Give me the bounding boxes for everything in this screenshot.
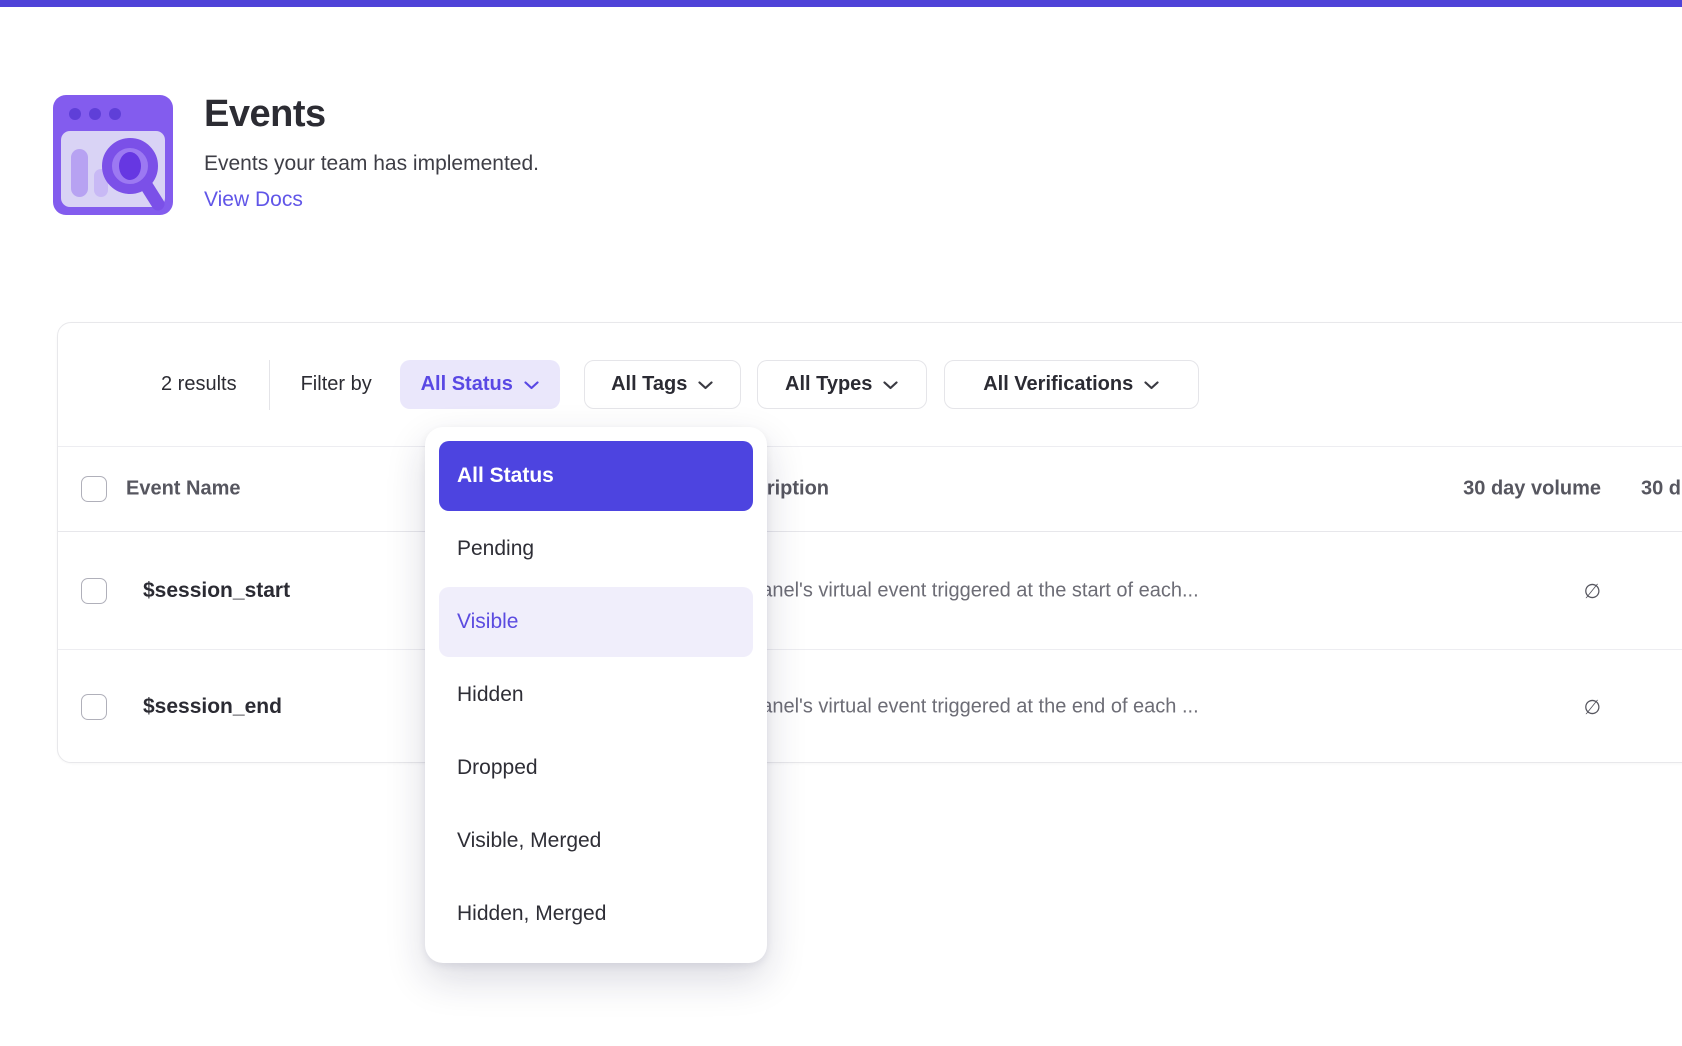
toolbar-divider [269, 360, 270, 410]
results-count: 2 results [161, 373, 237, 396]
chevron-down-icon [883, 381, 898, 390]
dropdown-item-pending[interactable]: Pending [439, 514, 753, 584]
events-card: 2 results Filter by All Status All Tags … [57, 322, 1682, 763]
event-description: Mixpanel's virtual event triggered at th… [719, 579, 1199, 602]
filter-all-status-label: All Status [421, 373, 513, 396]
status-dropdown-menu: All Status Pending Visible Hidden Droppe… [425, 427, 767, 963]
table-header-row: Event Name Description 30 day volume 30 … [58, 446, 1682, 532]
page-subtitle: Events your team has implemented. [204, 153, 904, 174]
row-checkbox[interactable] [81, 578, 107, 604]
top-accent-bar [0, 0, 1682, 7]
column-header-event-name: Event Name [126, 478, 241, 501]
event-name[interactable]: $session_start [143, 579, 290, 603]
table-row-session-end[interactable]: $session_end Mixpanel's virtual event tr… [58, 650, 1682, 763]
filter-all-status-button[interactable]: All Status [400, 360, 560, 409]
dropdown-item-visible[interactable]: Visible [439, 587, 753, 657]
chevron-down-icon [1144, 381, 1159, 390]
filter-all-tags-label: All Tags [611, 373, 687, 396]
dropdown-item-hidden-merged[interactable]: Hidden, Merged [439, 879, 753, 949]
dropdown-item-dropped[interactable]: Dropped [439, 733, 753, 803]
event-30-day-volume: ∅ [1584, 695, 1601, 719]
events-page: Events Events your team has implemented.… [0, 0, 1682, 1046]
filter-all-types-button[interactable]: All Types [757, 360, 927, 409]
event-name[interactable]: $session_end [143, 695, 282, 719]
filter-all-tags-button[interactable]: All Tags [584, 360, 741, 409]
events-report-icon [53, 95, 173, 215]
chevron-down-icon [524, 381, 539, 390]
row-checkbox-cell [81, 578, 107, 604]
row-checkbox[interactable] [81, 694, 107, 720]
chevron-down-icon [698, 381, 713, 390]
row-checkbox-cell [81, 694, 107, 720]
view-docs-link[interactable]: View Docs [204, 189, 303, 210]
dropdown-item-visible-merged[interactable]: Visible, Merged [439, 806, 753, 876]
select-all-checkbox[interactable] [81, 476, 107, 502]
filter-toolbar: 2 results Filter by All Status All Tags … [58, 323, 1682, 446]
page-title: Events [204, 95, 904, 133]
filter-all-verifications-label: All Verifications [983, 373, 1133, 396]
column-header-clipped: 30 d [1641, 478, 1681, 501]
header-text: Events Events your team has implemented.… [204, 95, 904, 211]
select-all-checkbox-cell [81, 476, 107, 502]
dropdown-item-all-status[interactable]: All Status [439, 441, 753, 511]
table-row-session-start[interactable]: $session_start Mixpanel's virtual event … [58, 532, 1682, 650]
event-30-day-volume: ∅ [1584, 579, 1601, 603]
event-description: Mixpanel's virtual event triggered at th… [719, 695, 1199, 718]
filter-all-types-label: All Types [785, 373, 872, 396]
filter-all-verifications-button[interactable]: All Verifications [944, 360, 1199, 409]
filter-by-label: Filter by [301, 373, 372, 396]
dropdown-item-hidden[interactable]: Hidden [439, 660, 753, 730]
column-header-30-day-volume: 30 day volume [1463, 478, 1601, 501]
